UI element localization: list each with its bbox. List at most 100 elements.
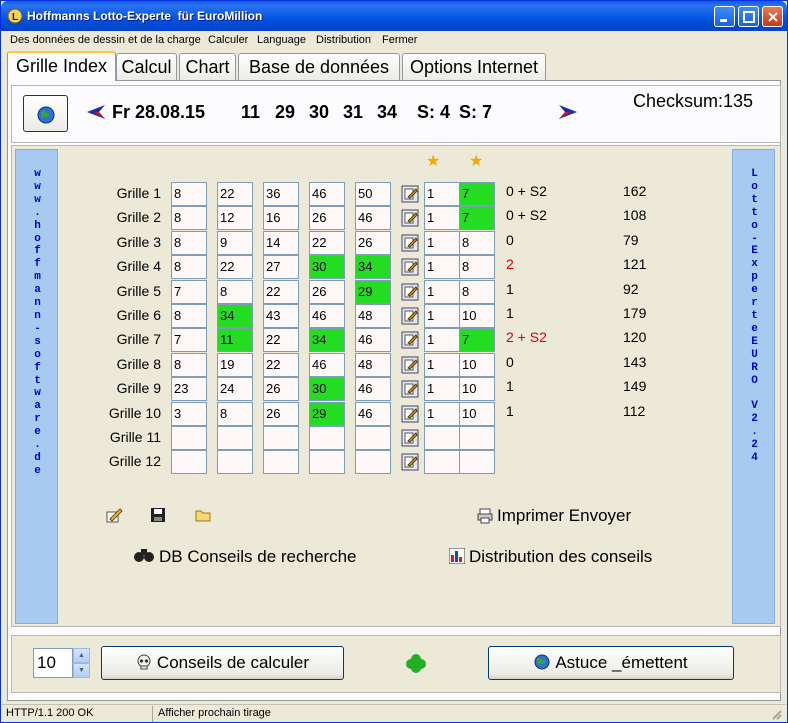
emit-tips-button[interactable]: Astuce _émettent bbox=[488, 646, 734, 680]
grid-number-cell[interactable]: 27 bbox=[263, 255, 299, 279]
grid-number-cell[interactable]: 22 bbox=[217, 182, 253, 206]
menu-language[interactable]: Language bbox=[257, 34, 306, 46]
grid-number-cell[interactable]: 8 bbox=[171, 206, 207, 230]
stepper-down-icon[interactable]: ▼ bbox=[73, 663, 90, 678]
grid-number-cell[interactable]: 34 bbox=[217, 304, 253, 328]
db-tips-search-link[interactable]: DB Conseils de recherche bbox=[159, 547, 356, 567]
website-strip[interactable]: www.hoffmann-software.de bbox=[15, 149, 58, 624]
grid-star-cell[interactable]: 8 bbox=[459, 280, 495, 304]
grid-number-cell[interactable]: 30 bbox=[309, 377, 345, 401]
grid-star-cell[interactable]: 1 bbox=[424, 206, 460, 230]
grid-edit-icon[interactable] bbox=[401, 258, 419, 276]
grid-number-cell[interactable]: 29 bbox=[309, 402, 345, 426]
previous-draw-arrow-icon[interactable] bbox=[87, 105, 105, 119]
grid-number-cell[interactable] bbox=[355, 426, 391, 450]
grid-number-cell[interactable]: 22 bbox=[263, 328, 299, 352]
grid-number-cell[interactable]: 46 bbox=[355, 402, 391, 426]
grid-edit-icon[interactable] bbox=[401, 185, 419, 203]
tab-grille-index[interactable]: Grille Index bbox=[7, 51, 116, 81]
grid-number-cell[interactable]: 8 bbox=[171, 304, 207, 328]
grid-edit-icon[interactable] bbox=[401, 429, 419, 447]
menu-close[interactable]: Fermer bbox=[382, 34, 417, 46]
grid-number-cell[interactable]: 46 bbox=[309, 304, 345, 328]
grid-number-cell[interactable]: 11 bbox=[217, 328, 253, 352]
grid-number-cell[interactable] bbox=[309, 450, 345, 474]
grid-edit-icon[interactable] bbox=[401, 405, 419, 423]
grid-number-cell[interactable]: 22 bbox=[309, 231, 345, 255]
grid-star-cell[interactable] bbox=[459, 450, 495, 474]
grid-number-cell[interactable]: 14 bbox=[263, 231, 299, 255]
grid-star-cell[interactable]: 1 bbox=[424, 182, 460, 206]
grid-star-cell[interactable]: 1 bbox=[424, 231, 460, 255]
grid-number-cell[interactable]: 16 bbox=[263, 206, 299, 230]
grid-number-cell[interactable]: 24 bbox=[217, 377, 253, 401]
grid-star-cell[interactable] bbox=[459, 426, 495, 450]
grid-number-cell[interactable]: 46 bbox=[309, 182, 345, 206]
grid-star-cell[interactable]: 7 bbox=[459, 182, 495, 206]
grid-star-cell[interactable] bbox=[424, 450, 460, 474]
menu-data[interactable]: Des données de dessin et de la charge bbox=[10, 34, 201, 46]
grid-number-cell[interactable]: 48 bbox=[355, 304, 391, 328]
grid-star-cell[interactable]: 8 bbox=[459, 255, 495, 279]
stepper-up-icon[interactable]: ▲ bbox=[73, 648, 90, 663]
grid-star-cell[interactable]: 1 bbox=[424, 280, 460, 304]
grid-number-cell[interactable] bbox=[263, 450, 299, 474]
grid-star-cell[interactable]: 8 bbox=[459, 231, 495, 255]
grid-number-cell[interactable]: 36 bbox=[263, 182, 299, 206]
grid-edit-icon[interactable] bbox=[401, 380, 419, 398]
grid-number-cell[interactable]: 8 bbox=[171, 353, 207, 377]
menu-calculate[interactable]: Calculer bbox=[208, 34, 248, 46]
grid-number-cell[interactable]: 50 bbox=[355, 182, 391, 206]
grid-number-cell[interactable] bbox=[309, 426, 345, 450]
grid-number-cell[interactable] bbox=[217, 426, 253, 450]
next-draw-arrow-icon[interactable] bbox=[559, 105, 577, 119]
grid-number-cell[interactable]: 34 bbox=[355, 255, 391, 279]
grid-star-cell[interactable]: 1 bbox=[424, 255, 460, 279]
save-icon[interactable] bbox=[149, 507, 167, 523]
tip-count-input[interactable]: 10 bbox=[33, 648, 73, 678]
globe-button[interactable] bbox=[23, 95, 68, 132]
tab-database[interactable]: Base de données bbox=[238, 53, 400, 80]
grid-number-cell[interactable]: 8 bbox=[217, 280, 253, 304]
grid-star-cell[interactable]: 1 bbox=[424, 353, 460, 377]
grid-number-cell[interactable]: 23 bbox=[171, 377, 207, 401]
grid-number-cell[interactable] bbox=[171, 426, 207, 450]
grid-number-cell[interactable]: 26 bbox=[263, 377, 299, 401]
open-folder-icon[interactable] bbox=[195, 507, 213, 523]
calculate-tips-button[interactable]: Conseils de calculer bbox=[101, 646, 344, 680]
grid-star-cell[interactable]: 10 bbox=[459, 377, 495, 401]
grid-number-cell[interactable]: 34 bbox=[309, 328, 345, 352]
grid-number-cell[interactable]: 43 bbox=[263, 304, 299, 328]
grid-star-cell[interactable]: 1 bbox=[424, 328, 460, 352]
print-send-link[interactable]: Imprimer Envoyer bbox=[497, 506, 631, 526]
title-bar[interactable]: L Hoffmanns Lotto-Experte für EuroMillio… bbox=[1, 1, 787, 31]
grid-number-cell[interactable]: 22 bbox=[263, 280, 299, 304]
grid-number-cell[interactable]: 7 bbox=[171, 328, 207, 352]
grid-number-cell[interactable] bbox=[217, 450, 253, 474]
grid-number-cell[interactable]: 26 bbox=[355, 231, 391, 255]
grid-star-cell[interactable]: 10 bbox=[459, 353, 495, 377]
grid-star-cell[interactable]: 7 bbox=[459, 206, 495, 230]
grid-edit-icon[interactable] bbox=[401, 307, 419, 325]
minimize-button[interactable] bbox=[714, 6, 735, 27]
grid-edit-icon[interactable] bbox=[401, 209, 419, 227]
grid-edit-icon[interactable] bbox=[401, 331, 419, 349]
tab-calcul[interactable]: Calcul bbox=[116, 53, 177, 80]
grid-number-cell[interactable]: 46 bbox=[309, 353, 345, 377]
grid-number-cell[interactable] bbox=[171, 450, 207, 474]
grid-number-cell[interactable]: 48 bbox=[355, 353, 391, 377]
tip-count-stepper[interactable]: ▲ ▼ bbox=[73, 648, 90, 678]
edit-icon[interactable] bbox=[105, 507, 123, 523]
grid-number-cell[interactable]: 26 bbox=[263, 402, 299, 426]
grid-number-cell[interactable]: 8 bbox=[171, 182, 207, 206]
grid-number-cell[interactable]: 29 bbox=[355, 280, 391, 304]
grid-number-cell[interactable]: 3 bbox=[171, 402, 207, 426]
grid-number-cell[interactable]: 8 bbox=[217, 402, 253, 426]
grid-number-cell[interactable]: 46 bbox=[355, 206, 391, 230]
menu-distribution[interactable]: Distribution bbox=[316, 34, 371, 46]
grid-edit-icon[interactable] bbox=[401, 453, 419, 471]
grid-number-cell[interactable]: 9 bbox=[217, 231, 253, 255]
grid-edit-icon[interactable] bbox=[401, 283, 419, 301]
grid-star-cell[interactable]: 7 bbox=[459, 328, 495, 352]
grid-star-cell[interactable]: 1 bbox=[424, 304, 460, 328]
